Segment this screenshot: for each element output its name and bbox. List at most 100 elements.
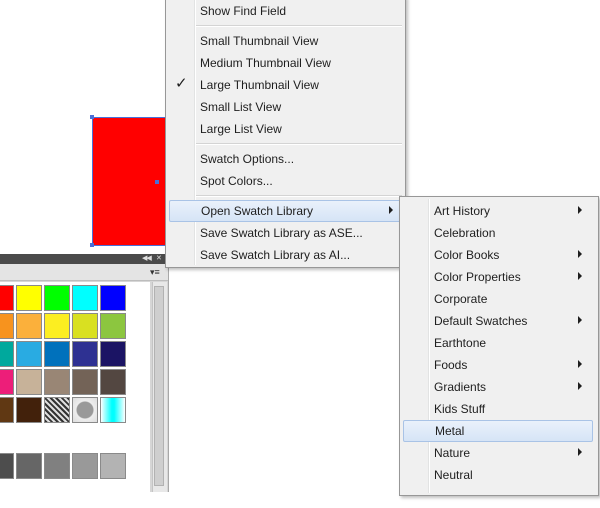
swatch-999999[interactable] [72,453,98,479]
menu-item-label: Default Swatches [434,314,528,328]
menu-item-medium-thumbnail-view[interactable]: Medium Thumbnail View [166,52,405,74]
swatch-1b1464[interactable] [100,341,126,367]
swatch-2e3192[interactable] [72,341,98,367]
menu-item-label: Large Thumbnail View [200,78,319,92]
menu-item-label: Small Thumbnail View [200,34,319,48]
menu-separator [196,195,402,197]
swatch-42210b[interactable] [16,397,42,423]
menu-item-label: Save Swatch Library as AI... [200,248,351,262]
chevron-right-icon [578,360,582,368]
swatch-29abe2[interactable] [16,341,42,367]
submenu-item-default-swatches[interactable]: Default Swatches [400,310,598,332]
selection-handle-top-left[interactable] [90,115,94,119]
submenu-item-color-properties[interactable]: Color Properties [400,266,598,288]
swatch-pattern-dots[interactable] [44,397,70,423]
swatch-4d4d4d[interactable] [0,453,14,479]
chevron-right-icon [578,272,582,280]
menu-item-label: Neutral [434,468,473,482]
swatch-ff0000[interactable] [0,285,14,311]
submenu-item-corporate[interactable]: Corporate [400,288,598,310]
submenu-item-partial[interactable] [400,486,598,508]
submenu-item-celebration[interactable]: Celebration [400,222,598,244]
menu-item-label: Show Find Field [200,4,287,18]
menu-item-swatch-options[interactable]: Swatch Options... [166,148,405,170]
swatch-00ffff[interactable] [72,285,98,311]
selection-handle-center[interactable] [155,180,159,184]
menu-item-label: Medium Thumbnail View [200,56,331,70]
selection-edge-bottom [92,245,166,246]
menu-item-open-swatch-library[interactable]: Open Swatch Library [169,200,402,222]
swatch-b3b3b3[interactable] [100,453,126,479]
swatch-603813[interactable] [0,397,14,423]
menu-item-label: Spot Colors... [200,174,273,188]
panel-header [0,264,168,281]
checkmark-icon: ✓ [175,75,188,92]
swatch-d9e021[interactable] [72,313,98,339]
chevron-right-icon [578,250,582,258]
selected-red-rectangle[interactable] [92,117,172,245]
panel-menu-icon[interactable]: ▾≡ [150,267,160,277]
swatch-8cc63f[interactable] [100,313,126,339]
menu-item-label: Foods [434,358,468,372]
menu-item-label: Celebration [434,226,496,240]
submenu-item-earthtone[interactable]: Earthtone [400,332,598,354]
selection-edge-top [92,117,166,118]
menu-separator [196,143,402,145]
swatch-666666[interactable] [16,453,42,479]
submenu-item-kids-stuff[interactable]: Kids Stuff [400,398,598,420]
menu-item-label: Color Properties [434,270,521,284]
swatch-534741[interactable] [100,369,126,395]
submenu-item-neutral[interactable]: Neutral [400,464,598,486]
menu-item-label: Large List View [200,122,282,136]
menu-item-label: Open Swatch Library [201,204,314,218]
chevron-right-icon [578,382,582,390]
menu-item-save-swatch-library-ase[interactable]: Save Swatch Library as ASE... [166,222,405,244]
swatch-f7931e[interactable] [0,313,14,339]
close-icon[interactable]: ✕ [156,255,162,263]
submenu-item-foods[interactable]: Foods [400,354,598,376]
menu-item-label: Small List View [200,100,282,114]
menu-item-label: Kids Stuff [434,402,486,416]
menu-item-small-list-view[interactable]: Small List View [166,96,405,118]
submenu-item-metal[interactable]: Metal [403,420,593,442]
submenu-item-color-books[interactable]: Color Books [400,244,598,266]
selection-handle-bottom-left[interactable] [90,243,94,247]
submenu-item-gradients[interactable]: Gradients [400,376,598,398]
swatches-panel-menu: Show Find Field Small Thumbnail View Med… [165,0,406,268]
swatch-998675[interactable] [44,369,70,395]
menu-item-spot-colors[interactable]: Spot Colors... [166,170,405,192]
menu-item-large-thumbnail-view[interactable]: ✓ Large Thumbnail View [166,74,405,96]
swatch-736357[interactable] [72,369,98,395]
swatch-pattern-radial[interactable] [72,397,98,423]
scrollbar-thumb[interactable] [154,286,164,486]
menu-item-save-swatch-library-ai[interactable]: Save Swatch Library as AI... [166,244,405,266]
menu-item-label: Color Books [434,248,500,262]
swatch-fbb03b[interactable] [16,313,42,339]
menu-item-label: Nature [434,446,471,460]
swatch-pattern-cyan[interactable] [100,397,126,423]
submenu-item-nature[interactable]: Nature [400,442,598,464]
swatch-0071bc[interactable] [44,341,70,367]
selection-edge-left [92,117,93,246]
menu-separator [196,25,402,27]
swatch-ed1e79[interactable] [0,369,14,395]
menu-item-large-list-view[interactable]: Large List View [166,118,405,140]
swatch-fcee21[interactable] [44,313,70,339]
menu-item-show-find-field[interactable]: Show Find Field [166,0,405,22]
menu-item-label: Swatch Options... [200,152,295,166]
menu-item-label: Art History [434,204,491,218]
submenu-item-art-history[interactable]: Art History [400,200,598,222]
swatch-0000ff[interactable] [100,285,126,311]
chevron-right-icon [578,448,582,456]
swatch-ffff00[interactable] [16,285,42,311]
swatch-00ff00[interactable] [44,285,70,311]
swatch-808080[interactable] [44,453,70,479]
menu-item-label: Gradients [434,380,487,394]
swatch-00a99d[interactable] [0,341,14,367]
menu-item-label: Earthtone [434,336,487,350]
swatch-c7b299[interactable] [16,369,42,395]
collapse-icon[interactable]: ◀◀ [142,255,152,263]
menu-item-label: Metal [435,424,465,438]
menu-item-small-thumbnail-view[interactable]: Small Thumbnail View [166,30,405,52]
chevron-right-icon [578,316,582,324]
